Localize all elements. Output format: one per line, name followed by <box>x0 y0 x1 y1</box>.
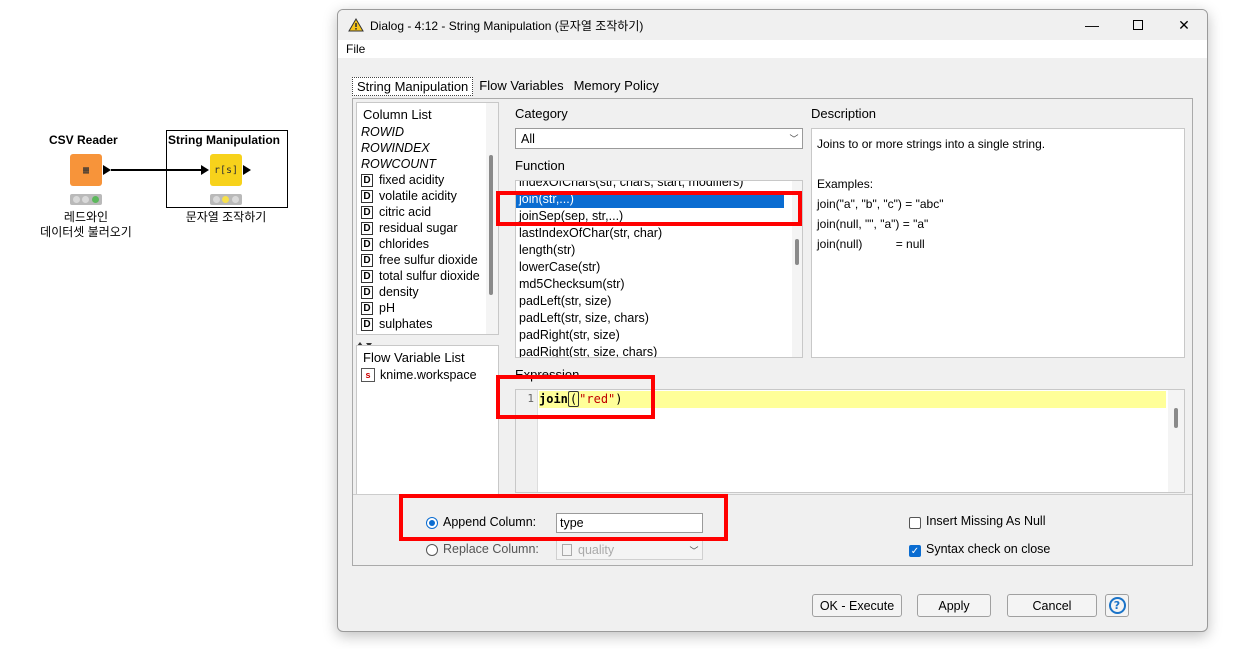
flow-variable-list[interactable]: Flow Variable List s knime.workspace <box>356 345 499 503</box>
column-item[interactable]: Dfixed acidity <box>357 172 498 188</box>
syntax-check-label: Syntax check on close <box>926 542 1051 556</box>
dialog-titlebar[interactable]: Dialog - 4:12 - String Manipulation (문자열… <box>338 10 1207 40</box>
function-label: Function <box>515 158 565 173</box>
column-item-rowid[interactable]: ROWID <box>357 124 498 140</box>
tab-flow-variables[interactable]: Flow Variables <box>475 77 567 96</box>
double-type-icon: D <box>361 253 373 267</box>
column-list-header: Column List <box>363 107 432 122</box>
function-item[interactable]: padRight(str, size, chars) <box>516 344 802 357</box>
column-item[interactable]: Dresidual sugar <box>357 220 498 236</box>
replace-column-label: Replace Column: <box>443 542 539 556</box>
string-manipulation-title: String Manipulation <box>168 133 280 147</box>
category-label: Category <box>515 106 568 121</box>
apply-button[interactable]: Apply <box>917 594 991 617</box>
function-item[interactable]: lowerCase(str) <box>516 259 802 276</box>
status-dot-icon <box>231 196 239 203</box>
chevron-down-icon: ﹀ <box>689 545 699 556</box>
function-item[interactable]: md5Checksum(str) <box>516 276 802 293</box>
integer-type-icon <box>562 544 572 556</box>
help-icon: ? <box>1108 597 1126 614</box>
string-manipulation-label: 문자열 조작하기 <box>185 210 267 224</box>
close-icon: ✕ <box>1178 16 1190 33</box>
double-type-icon: D <box>361 221 373 235</box>
function-item[interactable]: indexOfChars(str, chars, start, modifier… <box>516 181 802 191</box>
insert-missing-label: Insert Missing As Null <box>926 514 1046 528</box>
double-type-icon: D <box>361 317 373 331</box>
insert-missing-checkbox[interactable] <box>909 517 921 529</box>
flow-variable-list-header: Flow Variable List <box>363 350 465 365</box>
function-item[interactable]: padLeft(str, size) <box>516 293 802 310</box>
function-item[interactable]: length(str) <box>516 242 802 259</box>
editor-scrollbar[interactable] <box>1168 390 1184 492</box>
highlight-function-box <box>496 191 802 226</box>
column-list[interactable]: Column List ROWID ROWINDEX ROWCOUNT Dfix… <box>356 102 499 335</box>
scroll-thumb[interactable] <box>795 239 799 265</box>
replace-column-radio[interactable] <box>426 544 438 556</box>
function-item[interactable]: padLeft(str, size, chars) <box>516 310 802 327</box>
column-item[interactable]: Ddensity <box>357 284 498 300</box>
scroll-thumb[interactable] <box>489 155 493 295</box>
category-select[interactable]: All ﹀ <box>515 128 803 149</box>
cancel-button[interactable]: Cancel <box>1007 594 1097 617</box>
dialog-tabs: String Manipulation Flow Variables Memor… <box>352 77 665 96</box>
description-box: Joins to or more strings into a single s… <box>811 128 1185 358</box>
syntax-check-checkbox[interactable]: ✓ <box>909 545 921 557</box>
tab-string-manipulation[interactable]: String Manipulation <box>352 77 474 96</box>
double-type-icon: D <box>361 237 373 251</box>
workflow-canvas: CSV Reader ▦ 레드와인 데이터셋 불러오기 String Manip… <box>0 0 337 649</box>
split-handle[interactable] <box>355 337 500 347</box>
highlight-expression-box <box>496 375 655 419</box>
column-item[interactable]: Dsulphates <box>357 316 498 332</box>
knime-warning-icon <box>348 18 364 32</box>
status-dot-icon <box>213 196 221 203</box>
column-item[interactable]: DpH <box>357 300 498 316</box>
double-type-icon: D <box>361 205 373 219</box>
string-variable-icon: s <box>361 368 375 382</box>
double-type-icon: D <box>361 173 373 187</box>
double-type-icon: D <box>361 189 373 203</box>
column-item[interactable]: Dtotal sulfur dioxide <box>357 268 498 284</box>
column-item[interactable]: Dcitric acid <box>357 204 498 220</box>
help-button[interactable]: ? <box>1105 594 1129 617</box>
highlight-append-column-box <box>399 494 728 541</box>
maximize-button[interactable] <box>1115 10 1161 40</box>
column-item[interactable]: Dfree sulfur dioxide <box>357 252 498 268</box>
maximize-icon <box>1133 20 1143 30</box>
connection-lines <box>103 165 251 175</box>
out-port-icon <box>103 165 111 175</box>
string-manipulation-node[interactable]: r[s] <box>210 154 242 186</box>
flow-variable-item[interactable]: s knime.workspace <box>357 367 498 383</box>
string-manipulation-status <box>210 194 242 205</box>
ok-execute-button[interactable]: OK - Execute <box>812 594 902 617</box>
column-item-rowcount[interactable]: ROWCOUNT <box>357 156 498 172</box>
minimize-button[interactable]: — <box>1069 10 1115 40</box>
replace-column-select[interactable]: quality ﹀ <box>556 540 703 560</box>
menu-file[interactable]: File <box>346 42 365 56</box>
menubar: File <box>338 40 1207 58</box>
checkmark-icon: ✓ <box>910 545 920 557</box>
status-dot-yellow-icon <box>222 196 230 203</box>
function-item[interactable]: padRight(str, size) <box>516 327 802 344</box>
minimize-icon: — <box>1085 17 1099 33</box>
double-type-icon: D <box>361 269 373 283</box>
double-type-icon: D <box>361 285 373 299</box>
double-type-icon: D <box>361 301 373 315</box>
dialog-title: Dialog - 4:12 - String Manipulation (문자열… <box>370 18 644 33</box>
string-function-icon: r[s] <box>213 164 239 176</box>
function-item[interactable]: lastIndexOfChar(str, char) <box>516 225 802 242</box>
chevron-down-icon: ﹀ <box>789 134 799 144</box>
close-button[interactable]: ✕ <box>1161 10 1207 40</box>
scroll-thumb[interactable] <box>1174 408 1178 428</box>
column-item-rowindex[interactable]: ROWINDEX <box>357 140 498 156</box>
column-item[interactable]: Dchlorides <box>357 236 498 252</box>
tab-memory-policy[interactable]: Memory Policy <box>570 77 663 96</box>
description-label: Description <box>811 106 877 121</box>
column-item[interactable]: Dvolatile acidity <box>357 188 498 204</box>
